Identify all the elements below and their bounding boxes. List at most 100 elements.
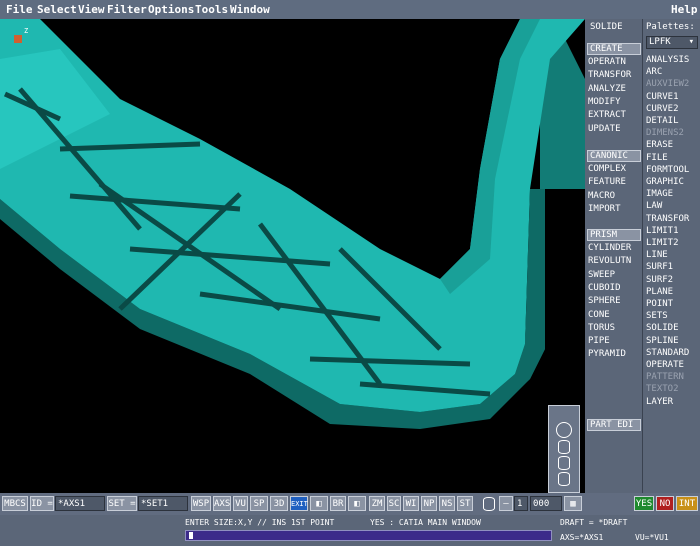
prism-item-0[interactable]: CYLINDER: [588, 243, 631, 254]
prism-item-5[interactable]: CONE: [588, 310, 610, 321]
palette-item-0[interactable]: ANALYSIS: [646, 55, 689, 66]
palette-item-16[interactable]: LINE: [646, 250, 668, 261]
toolbar-button-exit[interactable]: EXIT: [290, 496, 308, 511]
toolbar-button-wsp[interactable]: WSP: [191, 496, 211, 511]
minus-button[interactable]: —: [499, 496, 513, 511]
counter-b-field[interactable]: 000: [530, 496, 562, 511]
palette-item-9[interactable]: FORMTOOL: [646, 165, 689, 176]
palette-item-5[interactable]: DETAIL: [646, 116, 679, 127]
solide-column: SOLIDE CREATE OPERATN TRANSFOR ANALYZE MODI…: [585, 19, 642, 493]
palette-item-20[interactable]: POINT: [646, 299, 673, 310]
toolbar-button-zm[interactable]: ZM: [369, 496, 385, 511]
toolbar-button-br[interactable]: BR: [330, 496, 346, 511]
counter-a-field[interactable]: 1: [514, 496, 528, 511]
mbcs-button[interactable]: MBCS: [2, 496, 28, 511]
palette-item-28[interactable]: LAYER: [646, 397, 673, 408]
menu-help[interactable]: Help: [671, 3, 698, 16]
prism-item-2[interactable]: SWEEP: [588, 270, 615, 281]
window-message: YES : CATIA MAIN WINDOW: [370, 518, 481, 527]
palette-item-4[interactable]: CURVE2: [646, 104, 679, 115]
canonic-item-0[interactable]: COMPLEX: [588, 164, 626, 175]
cylinder-view-icon-2[interactable]: [558, 456, 570, 470]
menu-select[interactable]: Select: [37, 3, 77, 16]
toolbar-icon-button-6[interactable]: ◧: [310, 496, 328, 511]
menu-view[interactable]: View: [78, 3, 105, 16]
prism-item-7[interactable]: PIPE: [588, 336, 610, 347]
create-item-4[interactable]: EXTRACT: [588, 110, 626, 121]
palette-item-24[interactable]: STANDARD: [646, 348, 689, 359]
palette-item-11[interactable]: IMAGE: [646, 189, 673, 200]
create-item-0[interactable]: OPERATN: [588, 57, 626, 68]
cylinder-view-icon[interactable]: [558, 440, 570, 454]
menu-options[interactable]: Options: [148, 3, 194, 16]
palette-select[interactable]: LPFK ▾: [646, 36, 698, 49]
palette-item-3[interactable]: CURVE1: [646, 92, 679, 103]
globe-icon[interactable]: [556, 422, 572, 438]
command-input-bar[interactable]: [185, 530, 552, 541]
toolbar-button-axs[interactable]: AXS: [213, 496, 231, 511]
palette-item-27[interactable]: TEXTO2: [646, 384, 679, 395]
chevron-down-icon: ▾: [688, 37, 694, 47]
toolbar-button-st[interactable]: ST: [457, 496, 473, 511]
palette-item-12[interactable]: LAW: [646, 201, 662, 212]
palette-item-10[interactable]: GRAPHIC: [646, 177, 684, 188]
graphics-viewport[interactable]: Z: [0, 19, 585, 493]
palette-item-2[interactable]: AUXVIEW2: [646, 79, 689, 90]
prism-item-4[interactable]: SPHERE: [588, 296, 621, 307]
prism-item-1[interactable]: REVOLUTN: [588, 256, 631, 267]
canonic-header[interactable]: CANONIC: [587, 150, 641, 162]
part-edit-button[interactable]: PART EDI: [587, 419, 641, 431]
yes-button[interactable]: YES: [634, 496, 654, 511]
toolbar-button-vu[interactable]: VU: [233, 496, 248, 511]
int-button[interactable]: INT: [676, 496, 698, 511]
menu-file[interactable]: File: [6, 3, 33, 16]
prism-item-6[interactable]: TORUS: [588, 323, 615, 334]
toolbar-button-np[interactable]: NP: [421, 496, 437, 511]
palette-item-21[interactable]: SETS: [646, 311, 668, 322]
toolbar-button-ns[interactable]: NS: [439, 496, 455, 511]
id-field[interactable]: *AXS1: [55, 496, 105, 511]
prism-item-8[interactable]: PYRAMID: [588, 349, 626, 360]
palette-item-6[interactable]: DIMENS2: [646, 128, 684, 139]
palette-item-8[interactable]: FILE: [646, 153, 668, 164]
menu-bar: File Select View Filter Options Tools Wi…: [0, 0, 700, 19]
canonic-item-2[interactable]: MACRO: [588, 191, 615, 202]
axis-z-label: Z: [24, 27, 28, 35]
no-button[interactable]: NO: [656, 496, 674, 511]
create-item-5[interactable]: UPDATE: [588, 124, 621, 135]
prism-item-3[interactable]: CUBOID: [588, 283, 621, 294]
menu-window[interactable]: Window: [230, 3, 270, 16]
create-item-1[interactable]: TRANSFOR: [588, 70, 631, 81]
palette-item-14[interactable]: LIMIT1: [646, 226, 679, 237]
create-header[interactable]: CREATE: [587, 43, 641, 55]
set-field[interactable]: *SET1: [138, 496, 188, 511]
palette-item-7[interactable]: ERASE: [646, 140, 673, 151]
palette-item-1[interactable]: ARC: [646, 67, 662, 78]
palette-item-19[interactable]: PLANE: [646, 287, 673, 298]
create-item-2[interactable]: ANALYZE: [588, 84, 626, 95]
cylinder-view-icon-3[interactable]: [558, 472, 570, 486]
palette-item-26[interactable]: PATTERN: [646, 372, 684, 383]
palette-item-22[interactable]: SOLIDE: [646, 323, 679, 334]
toolbar-button-sp[interactable]: SP: [250, 496, 268, 511]
grid-icon[interactable]: ▦: [564, 496, 582, 511]
menu-filter[interactable]: Filter: [107, 3, 147, 16]
toolbar-button-wi[interactable]: WI: [403, 496, 419, 511]
solide-title: SOLIDE: [590, 22, 623, 32]
palette-item-13[interactable]: TRANSFOR: [646, 214, 689, 225]
toolbar-button-3d[interactable]: 3D: [270, 496, 288, 511]
palette-item-25[interactable]: OPERATE: [646, 360, 684, 371]
toolbar-icon-button-8[interactable]: ◧: [348, 496, 366, 511]
canonic-item-3[interactable]: IMPORT: [588, 204, 621, 215]
cylinder-tool-icon[interactable]: [483, 497, 495, 511]
prism-header[interactable]: PRISM: [587, 229, 641, 241]
toolbar-button-sc[interactable]: SC: [387, 496, 401, 511]
canonic-item-1[interactable]: FEATURE: [588, 177, 626, 188]
palette-item-23[interactable]: SPLINE: [646, 336, 679, 347]
palette-item-17[interactable]: SURF1: [646, 262, 673, 273]
palette-item-18[interactable]: SURF2: [646, 275, 673, 286]
create-item-3[interactable]: MODIFY: [588, 97, 621, 108]
menu-tools[interactable]: Tools: [195, 3, 228, 16]
part-model-render: Z: [0, 19, 585, 429]
palette-item-15[interactable]: LIMIT2: [646, 238, 679, 249]
